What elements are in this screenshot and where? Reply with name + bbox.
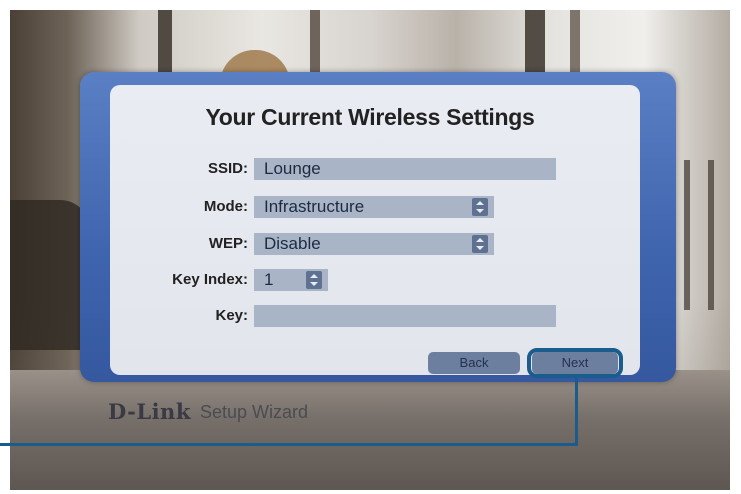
dlink-logo: D-Link — [108, 399, 191, 424]
wep-select[interactable]: Disable — [254, 233, 494, 255]
mode-select[interactable]: Infrastructure — [254, 196, 494, 218]
setup-wizard-label: Setup Wizard — [200, 402, 309, 422]
dialog-title: Your Current Wireless Settings — [205, 104, 535, 130]
mode-spinner-icon[interactable] — [472, 198, 488, 216]
next-button-highlight — [527, 348, 623, 378]
key-index-label: Key Index: — [172, 271, 248, 288]
key-field[interactable] — [254, 305, 556, 327]
floor — [10, 370, 730, 490]
ssid-field[interactable]: Lounge — [254, 158, 556, 180]
mode-select-value: Infrastructure — [264, 197, 365, 216]
wep-label: WEP: — [208, 235, 248, 252]
callout-line — [0, 443, 578, 446]
wep-select-value: Disable — [264, 234, 321, 253]
key-label: Key: — [215, 307, 248, 324]
key-index-spinner-icon[interactable] — [306, 271, 322, 289]
chair-silhouette — [10, 200, 90, 350]
wep-spinner-icon[interactable] — [472, 235, 488, 253]
mode-label: Mode: — [203, 198, 248, 215]
ssid-label: SSID: — [207, 160, 248, 177]
callout-line — [575, 378, 578, 445]
back-button[interactable]: Back — [428, 352, 520, 374]
key-index-value: 1 — [264, 270, 274, 289]
